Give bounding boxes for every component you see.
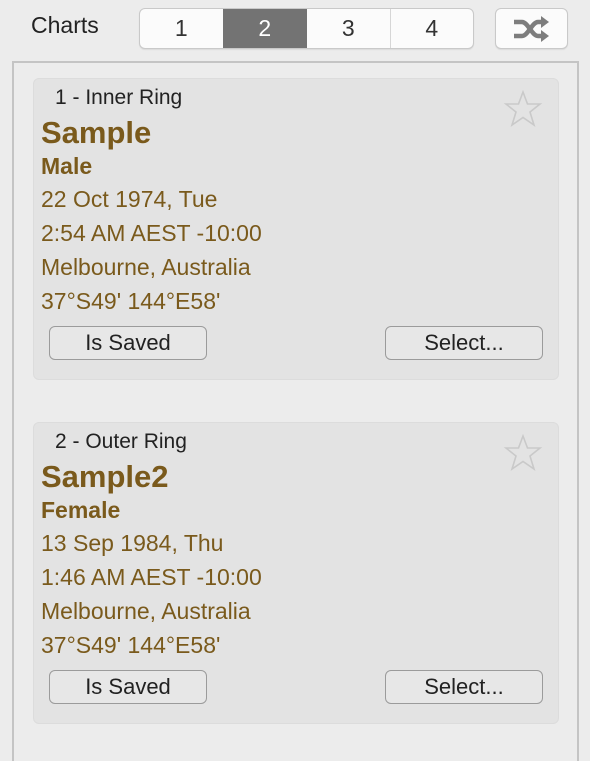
star-outline-icon[interactable] — [503, 89, 543, 129]
tab-chart-1[interactable]: 1 — [140, 9, 223, 48]
chart-segmented-control: 1 2 3 4 — [139, 8, 474, 49]
chart-coords: 37°S49' 144°E58' — [41, 288, 221, 314]
is-saved-button[interactable]: Is Saved — [49, 670, 207, 704]
star-outline-icon[interactable] — [503, 433, 543, 473]
tab-chart-2[interactable]: 2 — [222, 9, 306, 48]
chart-card-inner-ring: 1 - Inner Ring Sample Male 22 Oct 1974, … — [33, 78, 559, 380]
chart-coords: 37°S49' 144°E58' — [41, 632, 221, 658]
chart-gender: Male — [41, 153, 93, 179]
select-chart-button[interactable]: Select... — [385, 670, 543, 704]
charts-label: Charts — [31, 12, 99, 38]
chart-date: 13 Sep 1984, Thu — [41, 530, 224, 556]
chart-date: 22 Oct 1974, Tue — [41, 186, 218, 212]
chart-tabs-header: Charts 1 2 3 4 — [0, 0, 590, 56]
swap-charts-button[interactable] — [495, 8, 568, 49]
shuffle-icon — [513, 15, 549, 42]
is-saved-button[interactable]: Is Saved — [49, 326, 207, 360]
chart-name: Sample2 — [41, 459, 169, 494]
chart-place: Melbourne, Australia — [41, 254, 251, 280]
tab-chart-3[interactable]: 3 — [306, 9, 390, 48]
chart-name: Sample — [41, 115, 152, 150]
chart-time: 2:54 AM AEST -10:00 — [41, 220, 262, 246]
chart-place: Melbourne, Australia — [41, 598, 251, 624]
ring-label: 2 - Outer Ring — [55, 430, 187, 453]
ring-label: 1 - Inner Ring — [55, 86, 183, 109]
chart-gender: Female — [41, 497, 121, 523]
chart-time: 1:46 AM AEST -10:00 — [41, 564, 262, 590]
chart-card-outer-ring: 2 - Outer Ring Sample2 Female 13 Sep 198… — [33, 422, 559, 724]
tab-chart-4[interactable]: 4 — [389, 9, 474, 48]
select-chart-button[interactable]: Select... — [385, 326, 543, 360]
